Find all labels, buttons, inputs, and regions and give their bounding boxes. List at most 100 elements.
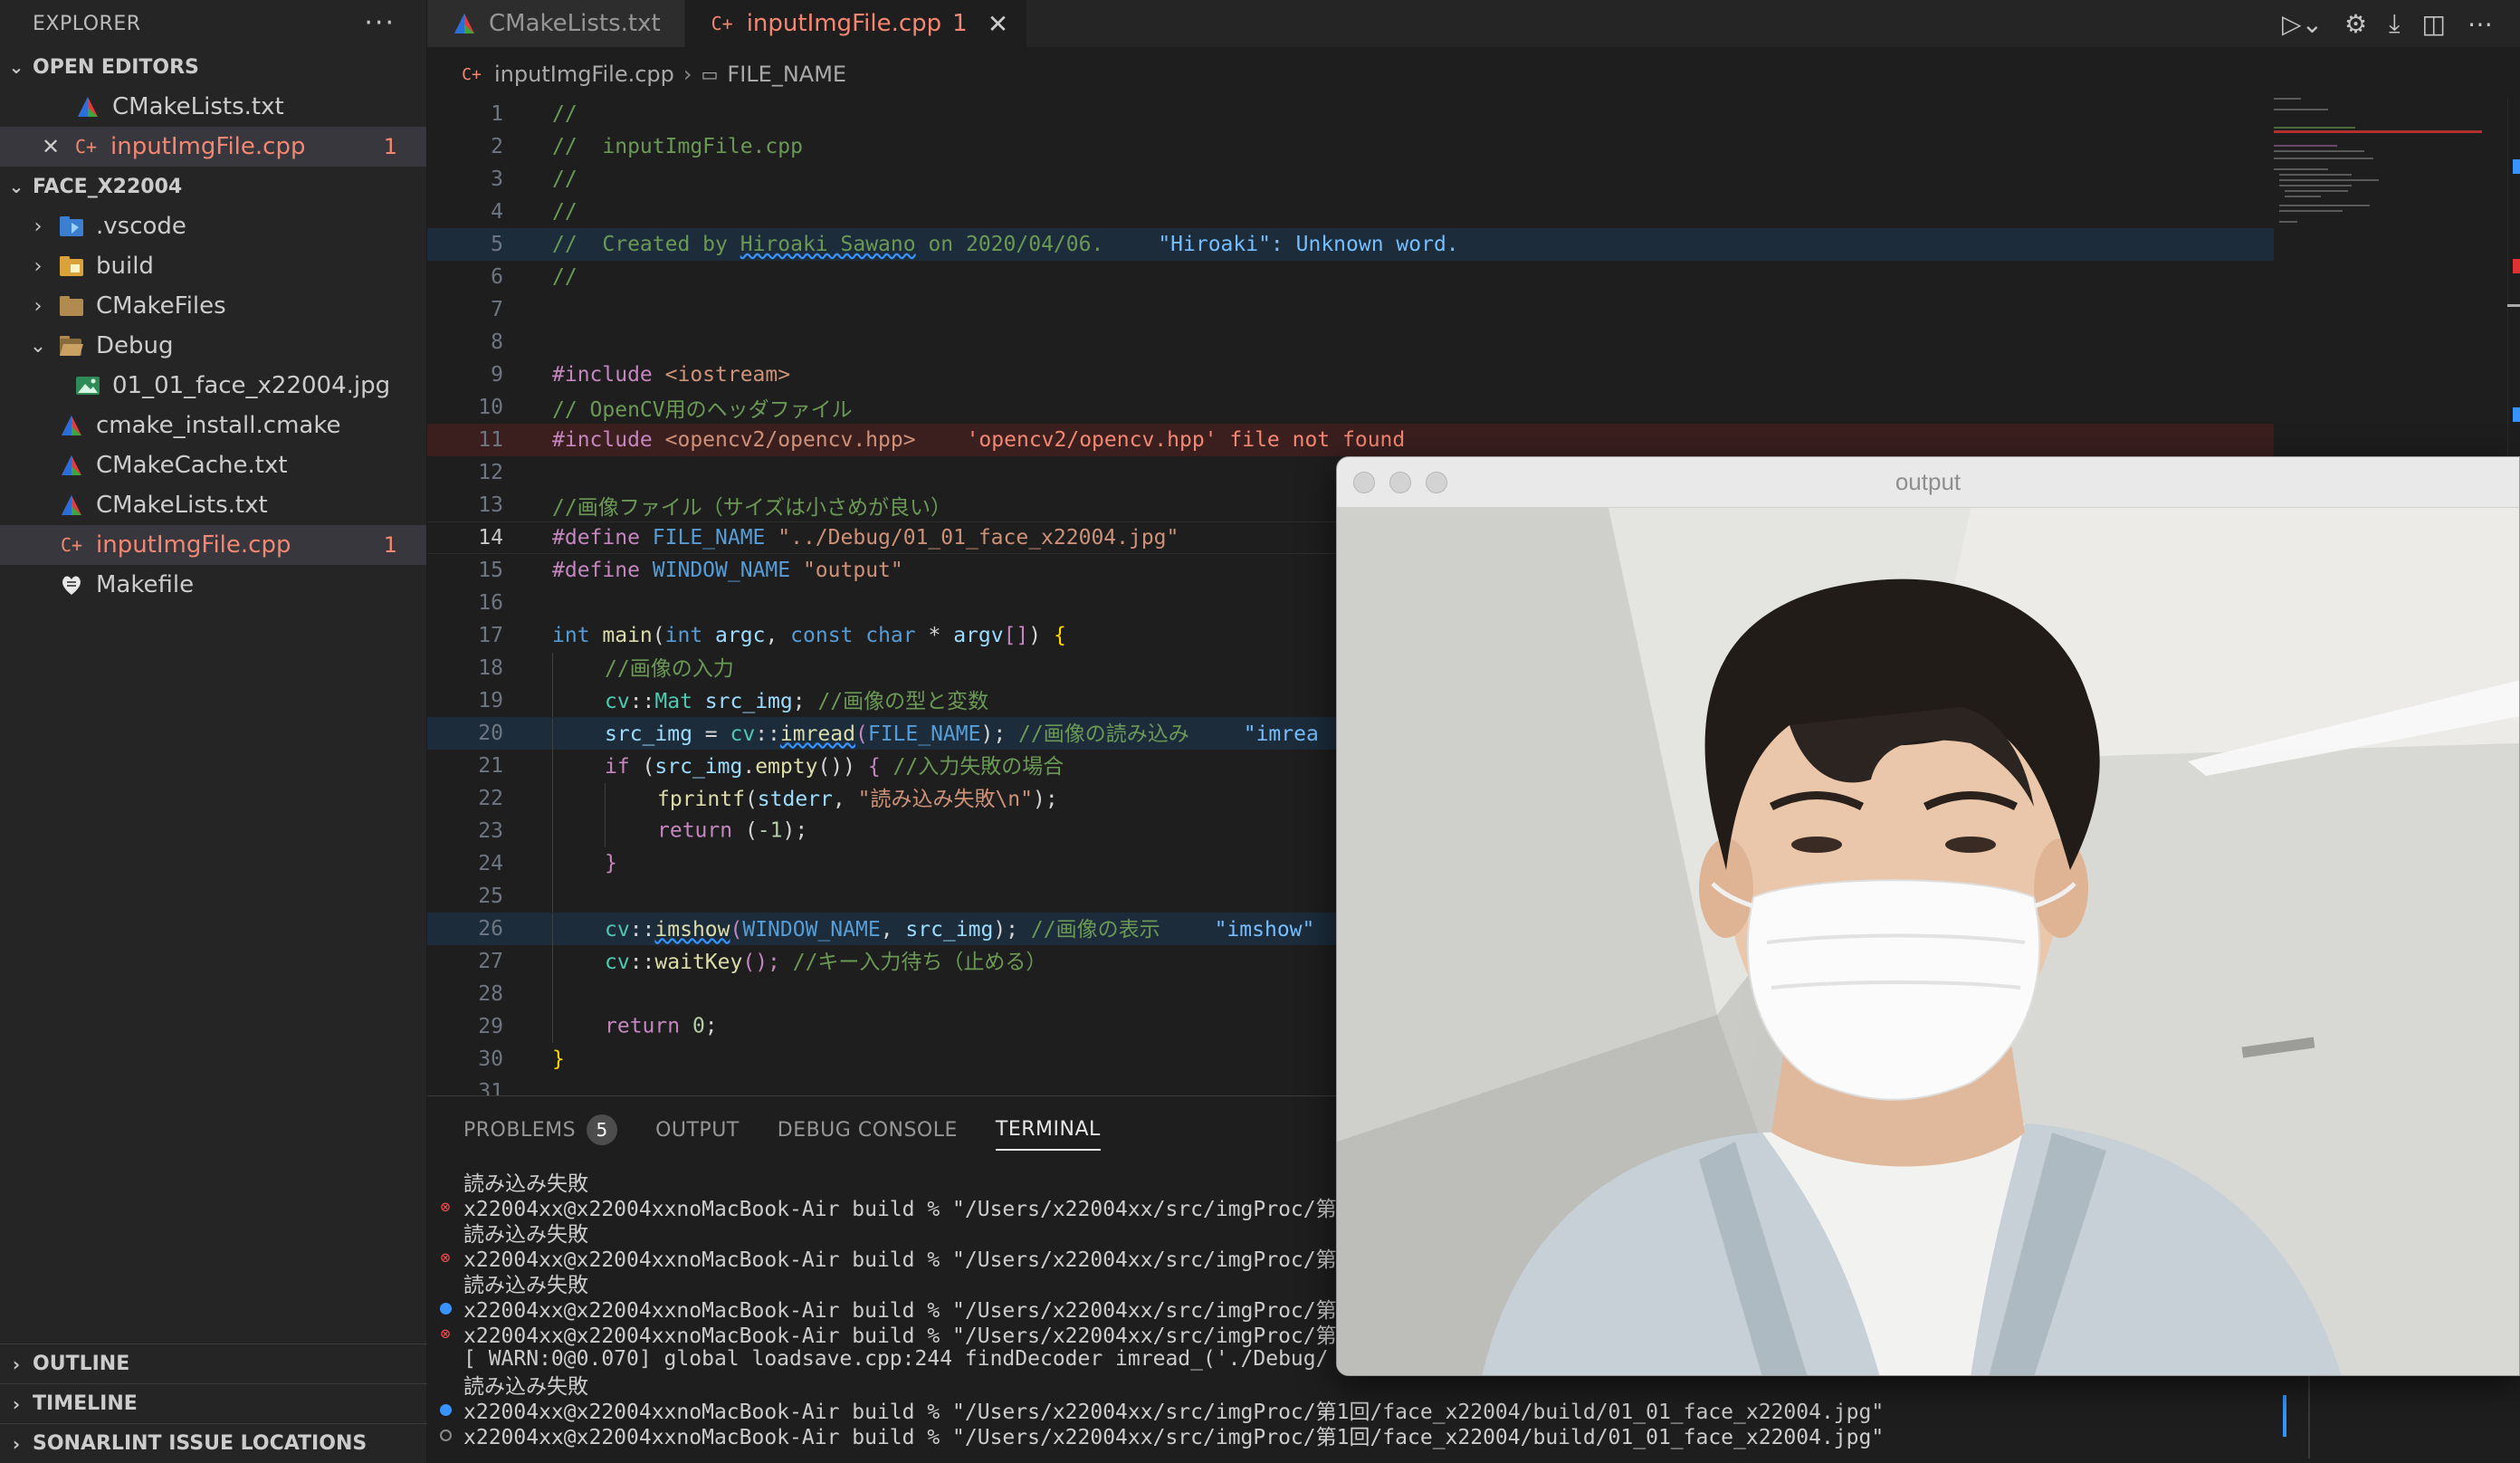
code-text: (: [652, 624, 665, 647]
cpp-icon: C+: [60, 534, 83, 556]
breadcrumb-symbol[interactable]: FILE_NAME: [727, 62, 846, 87]
open-editor-item-inputimgfile[interactable]: ✕ C+ inputImgFile.cpp 1: [0, 127, 426, 167]
code-text: #include: [552, 428, 653, 452]
code-text: }: [552, 1047, 565, 1071]
code-text: empty: [755, 754, 818, 779]
explorer-sidebar: EXPLORER ··· ⌄ OPEN EDITORS CMakeLists.t…: [0, 0, 427, 1463]
code-text: src_img: [654, 754, 743, 779]
code-text: }: [605, 851, 617, 875]
code-text: int: [664, 624, 703, 647]
code-text: argc: [702, 624, 766, 647]
chevron-right-icon: ›: [33, 254, 43, 278]
cmake-icon: [58, 452, 85, 479]
vscode-folder-icon: [58, 213, 85, 240]
code-text: FILE_NAME: [867, 722, 981, 746]
output-window[interactable]: output: [1336, 456, 2520, 1376]
problem-count-badge: 1: [383, 532, 397, 558]
code-text: *: [915, 624, 954, 647]
explorer-header: EXPLORER ···: [0, 0, 426, 47]
code-text: src_img: [692, 689, 793, 713]
cpp-icon: C+: [462, 64, 482, 84]
timeline-section[interactable]: › TIMELINE: [0, 1383, 427, 1423]
code-text: ::: [629, 917, 655, 942]
code-line: 5 // Created by Hiroaki Sawano on 2020/04…: [427, 228, 2274, 261]
file-makefile[interactable]: Makefile: [0, 565, 426, 605]
close-tab-icon[interactable]: ✕: [988, 9, 1008, 39]
run-debug-icon[interactable]: ▷⌄: [2282, 9, 2323, 39]
command-failed-icon[interactable]: ⊗: [441, 1198, 451, 1217]
code-text: Mat: [654, 689, 692, 713]
file-cmakelists[interactable]: CMakeLists.txt: [0, 485, 426, 525]
code-text: //画像の型と変数: [817, 689, 989, 713]
editor-actions: ▷⌄ ⚙ ⤓ ◫ ⋯: [2282, 0, 2493, 47]
outline-header: OUTLINE: [33, 1353, 130, 1375]
code-text: (: [730, 917, 743, 942]
code-text: "../Debug/01_01_face_x22004.jpg": [778, 526, 1179, 550]
code-text: ;: [704, 1014, 718, 1038]
code-line: 10 // OpenCV用のヘッダファイル: [427, 391, 2274, 424]
cmake-icon: [58, 492, 85, 519]
project-section[interactable]: ⌄ FACE_X22004: [0, 167, 426, 206]
code-text: -1: [757, 818, 783, 843]
code-text: "output": [802, 559, 903, 582]
open-editors-section[interactable]: ⌄ OPEN EDITORS: [0, 47, 426, 87]
code-line: 2 // inputImgFile.cpp: [427, 130, 2274, 163]
code-text: );: [1032, 787, 1058, 811]
terminal-scrollbar[interactable]: [2283, 1395, 2286, 1437]
code-text: //画像の読み込み: [1006, 722, 1189, 746]
folder-vscode[interactable]: › .vscode: [0, 206, 426, 246]
code-text: src_img: [605, 722, 692, 746]
more-actions-icon[interactable]: ···: [364, 10, 396, 37]
file-inputimgfile[interactable]: C+ inputImgFile.cpp 1: [0, 525, 426, 565]
makefile-icon: [58, 571, 85, 598]
window-title: output: [1895, 468, 1962, 495]
line-number: 29: [478, 1015, 503, 1038]
file-jpg[interactable]: 01_01_face_x22004.jpg: [0, 366, 426, 406]
command-success-icon[interactable]: [439, 1403, 452, 1416]
command-pending-icon[interactable]: [439, 1429, 452, 1441]
code-text: //入力失敗の場合: [880, 754, 1064, 779]
tab-cmakelists[interactable]: CMakeLists.txt: [427, 0, 685, 47]
command-failed-icon[interactable]: ⊗: [441, 1324, 451, 1343]
file-label: 01_01_face_x22004.jpg: [112, 372, 391, 399]
code-text: ::: [629, 689, 655, 713]
code-text: const char: [790, 624, 916, 647]
folder-cmakefiles[interactable]: › CMakeFiles: [0, 286, 426, 326]
window-titlebar[interactable]: output: [1337, 457, 2519, 508]
breadcrumb-file[interactable]: inputImgFile.cpp: [494, 62, 674, 87]
command-success-icon[interactable]: [439, 1302, 452, 1315]
split-editor-icon[interactable]: ◫: [2422, 9, 2446, 39]
line-number: 4: [491, 200, 503, 224]
file-label: CMakeLists.txt: [96, 492, 268, 519]
code-text: // inputImgFile.cpp: [552, 135, 803, 158]
download-icon[interactable]: ⤓: [2389, 8, 2400, 39]
folder-build[interactable]: › build: [0, 246, 426, 286]
build-folder-icon: [58, 253, 85, 280]
file-cmake-install[interactable]: cmake_install.cmake: [0, 406, 426, 445]
photo-person-with-mask: [1337, 508, 2519, 1375]
tab-inputimgfile[interactable]: C+ inputImgFile.cpp 1 ✕: [684, 0, 1028, 47]
chevron-right-icon: ›: [33, 215, 43, 238]
more-actions-icon[interactable]: ⋯: [2468, 9, 2493, 39]
breadcrumb: C+ inputImgFile.cpp › ▭ FILE_NAME: [427, 47, 2520, 101]
command-failed-icon[interactable]: ⊗: [441, 1248, 451, 1267]
tab-terminal[interactable]: TERMINAL: [995, 1109, 1101, 1151]
close-icon[interactable]: ✕: [42, 134, 67, 159]
code-text: waitKey: [654, 950, 743, 974]
tab-output[interactable]: OUTPUT: [655, 1096, 740, 1163]
open-editor-item-cmakelists[interactable]: CMakeLists.txt: [0, 87, 426, 127]
gear-icon[interactable]: ⚙: [2344, 9, 2367, 39]
tab-debug-console[interactable]: DEBUG CONSOLE: [778, 1096, 958, 1163]
outline-section[interactable]: › OUTLINE: [0, 1343, 427, 1383]
tab-problems[interactable]: PROBLEMS 5: [463, 1096, 618, 1163]
file-cmakecache[interactable]: CMakeCache.txt: [0, 445, 426, 485]
code-text: //: [552, 265, 578, 289]
line-number: 19: [478, 689, 503, 712]
code-text: #define: [552, 559, 640, 582]
folder-debug[interactable]: ⌄ Debug: [0, 326, 426, 366]
line-number: 27: [478, 950, 503, 973]
sonarlint-section[interactable]: › SONARLINT ISSUE LOCATIONS: [0, 1423, 427, 1463]
code-text: ,: [880, 917, 906, 942]
cmake-icon: [451, 10, 478, 37]
code-line: 7: [427, 293, 2274, 326]
